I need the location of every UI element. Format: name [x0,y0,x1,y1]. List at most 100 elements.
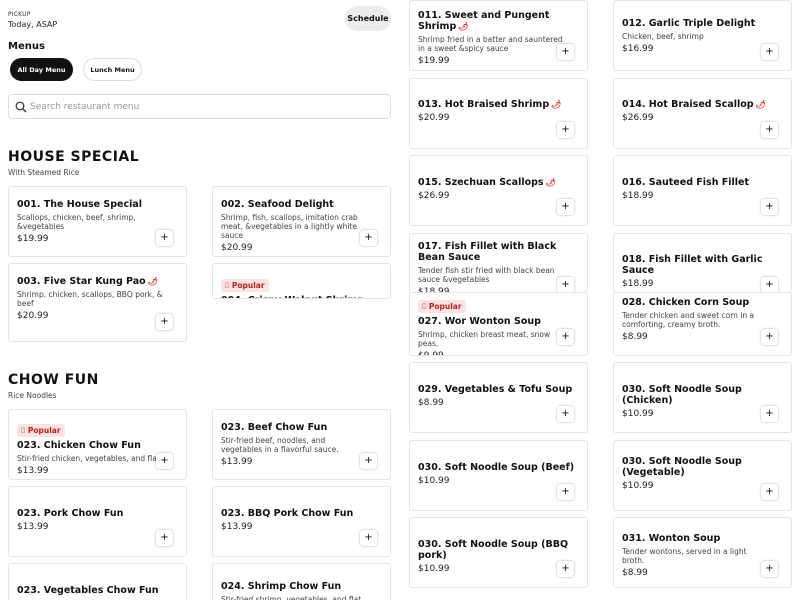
menu-item-price: $18.99 [622,191,654,201]
add-to-cart-button[interactable]: + [156,530,173,546]
add-to-cart-button[interactable]: + [761,44,778,60]
tab-lunch-menu[interactable]: Lunch Menu [83,58,142,81]
menu-item-price: $19.99 [17,234,49,244]
menu-item-price: $26.99 [622,113,654,123]
section-subtitle-chow-fun: Rice Noodles [8,391,57,400]
menu-item-name-text: 002. Seafood Delight [221,199,334,210]
add-to-cart-button[interactable]: + [156,314,173,330]
menu-item-card[interactable]: 030. Soft Noodle Soup (Chicken) $10.99 + [613,362,792,433]
menu-item-card[interactable]: 023. Beef Chow Fun Stir-fried beef, noodl… [212,409,391,480]
menu-item-name: 030. Soft Noodle Soup (BBQ pork) [418,539,579,561]
menu-item-card[interactable]: 003. Five Star Kung Pao 🌶 Shrimp, chicken,… [8,263,187,342]
menu-item-price: $9.99 [418,350,444,356]
menu-item-card[interactable]: ▯ Popular 027. Wor Wonton Soup Shrimp, chic… [409,292,588,356]
spicy-pepper-icon: 🌶 [551,100,562,109]
menu-item-card[interactable]: 013. Hot Braised Shrimp 🌶 $20.99 + [409,78,588,149]
menu-item-card[interactable]: 029. Vegetables & Tofu Soup $8.99 + [409,362,588,433]
menu-item-card[interactable]: 023. Pork Chow Fun $13.99 + [8,486,187,557]
menu-item-price: $13.99 [221,522,253,532]
menu-item-card[interactable]: 002. Seafood Delight Shrimp, fish, scallo… [212,186,391,257]
menu-item-name-text: 023. Pork Chow Fun [17,508,124,519]
menu-item-name-text: 013. Hot Braised Shrimp [418,99,550,110]
schedule-button[interactable]: Schedule [345,6,391,31]
menu-item-name: 029. Vegetables & Tofu Soup [418,384,579,395]
menu-item-name-text: 016. Sauteed Fish Fillet [622,177,750,188]
add-to-cart-button[interactable]: + [761,277,778,292]
menu-item-name: 031. Wonton Soup [622,533,783,544]
pickup-time[interactable]: Today, ASAP [8,20,57,29]
menu-item-card[interactable]: 012. Garlic Triple Delight Chicken, beef,… [613,0,792,71]
add-to-cart-button[interactable]: + [557,484,574,500]
popular-label: Popular [428,301,462,311]
menu-item-description: Tender chicken and sweet corn in a comfo… [622,311,755,329]
menu-item-card[interactable]: ▯ Popular 023. Chicken Chow Fun Stir-fried … [8,409,187,480]
menu-item-name: 014. Hot Braised Scallop 🌶 [622,99,783,110]
menu-item-name-text: 030. Soft Noodle Soup (Vegetable) [622,456,742,478]
menu-item-card[interactable]: 015. Szechuan Scallops 🌶 $26.99 + [409,155,588,226]
menu-item-price: $18.99 [622,279,654,289]
search-bar[interactable] [8,94,391,119]
add-to-cart-button[interactable]: + [557,199,574,215]
popular-badge: ▯ Popular [17,423,65,437]
menu-item-card[interactable]: 030. Soft Noodle Soup (Vegetable) $10.99 + [613,440,792,511]
section-subtitle-house-special: With Steamed Rice [8,168,80,177]
add-to-cart-button[interactable]: + [761,484,778,500]
menu-item-card[interactable]: 014. Hot Braised Scallop 🌶 $26.99 + [613,78,792,149]
menu-item-description: Shrimp, chicken breast meat, snow peas, [418,329,551,348]
menu-item-card[interactable]: 011. Sweet and Pungent Shrimp 🌶 Shrimp fri… [409,0,588,71]
menu-item-card[interactable]: 018. Fish Fillet with Garlic Sauce $18.99… [613,233,792,293]
menu-item-card[interactable]: 016. Sauteed Fish Fillet $18.99 + [613,155,792,226]
menu-item-name-text: 011. Sweet and Pungent Shrimp [418,10,550,32]
menu-item-card[interactable]: 023. Vegetables Chow Fun [8,563,187,600]
add-to-cart-button[interactable]: + [557,561,574,577]
add-to-cart-button[interactable]: + [761,406,778,422]
menu-item-card[interactable]: 023. BBQ Pork Chow Fun $13.99 + [212,486,391,557]
menu-item-card[interactable]: 031. Wonton Soup Tender wontons, served i… [613,517,792,588]
menu-item-card[interactable]: 030. Soft Noodle Soup (Beef) $10.99 + [409,440,588,511]
menu-item-card[interactable]: 028. Chicken Corn Soup Tender chicken and… [613,292,792,356]
popular-label: Popular [27,425,61,435]
add-to-cart-button[interactable]: + [761,122,778,138]
tab-all-day-menu[interactable]: All Day Menu [10,58,73,81]
add-to-cart-button[interactable]: + [761,561,778,577]
menu-item-price: $10.99 [622,409,654,419]
menu-item-name-text: 029. Vegetables & Tofu Soup [418,384,573,395]
add-to-cart-button[interactable]: + [761,199,778,215]
menu-item-name: 002. Seafood Delight [221,199,382,210]
menu-item-name: 030. Soft Noodle Soup (Beef) [418,462,579,473]
menu-item-card[interactable]: ▯Popular004. Crispy Walnut ShrimpJuicy f… [212,263,391,299]
menu-item-name: 018. Fish Fillet with Garlic Sauce [622,254,783,276]
menu-item-card[interactable]: 017. Fish Fillet with Black Bean Sauce Te… [409,233,588,293]
add-to-cart-button[interactable]: + [156,453,173,469]
add-to-cart-button[interactable]: + [557,122,574,138]
add-to-cart-button[interactable]: + [360,230,377,246]
menu-item-name: 011. Sweet and Pungent Shrimp 🌶 [418,10,579,32]
menu-item-name-text: 018. Fish Fillet with Garlic Sauce [622,254,763,276]
add-to-cart-button[interactable]: + [156,230,173,246]
menu-item-name-text: 003. Five Star Kung Pao [17,276,146,287]
search-input[interactable] [30,98,380,116]
menu-item-card[interactable]: 001. The House Special Scallops, chicken,… [8,186,187,257]
add-to-cart-button[interactable]: + [360,453,377,469]
menu-item-card[interactable]: 030. Soft Noodle Soup (BBQ pork) $10.99 + [409,517,588,588]
popular-label: Popular [231,280,265,290]
menu-item-name: 030. Soft Noodle Soup (Chicken) [622,384,783,406]
menu-item-name: 030. Soft Noodle Soup (Vegetable) [622,456,783,478]
menu-item-price: $19.99 [418,56,450,66]
menu-item-name: 027. Wor Wonton Soup [418,316,579,327]
add-to-cart-button[interactable]: + [557,44,574,60]
search-icon [15,101,27,113]
add-to-cart-button[interactable]: + [557,329,574,345]
menu-item-card[interactable]: 024. Shrimp Chow Fun Stir-fried shrimp, v… [212,563,391,600]
menu-item-name: 017. Fish Fillet with Black Bean Sauce [418,241,579,263]
spicy-pepper-icon: 🌶 [545,178,556,187]
menu-item-name: 012. Garlic Triple Delight [622,18,783,29]
add-to-cart-button[interactable]: + [557,406,574,422]
add-to-cart-button[interactable]: + [761,329,778,345]
menu-item-name-text: 017. Fish Fillet with Black Bean Sauce [418,241,557,263]
menu-item-description: Stir-fried beef, noodles, and vegetables… [221,436,339,454]
menu-item-name-text: 004. Crispy Walnut Shrimp [221,295,364,299]
add-to-cart-button[interactable]: + [557,277,574,292]
add-to-cart-button[interactable]: + [360,530,377,546]
menu-item-name-text: 023. Chicken Chow Fun [17,439,141,451]
